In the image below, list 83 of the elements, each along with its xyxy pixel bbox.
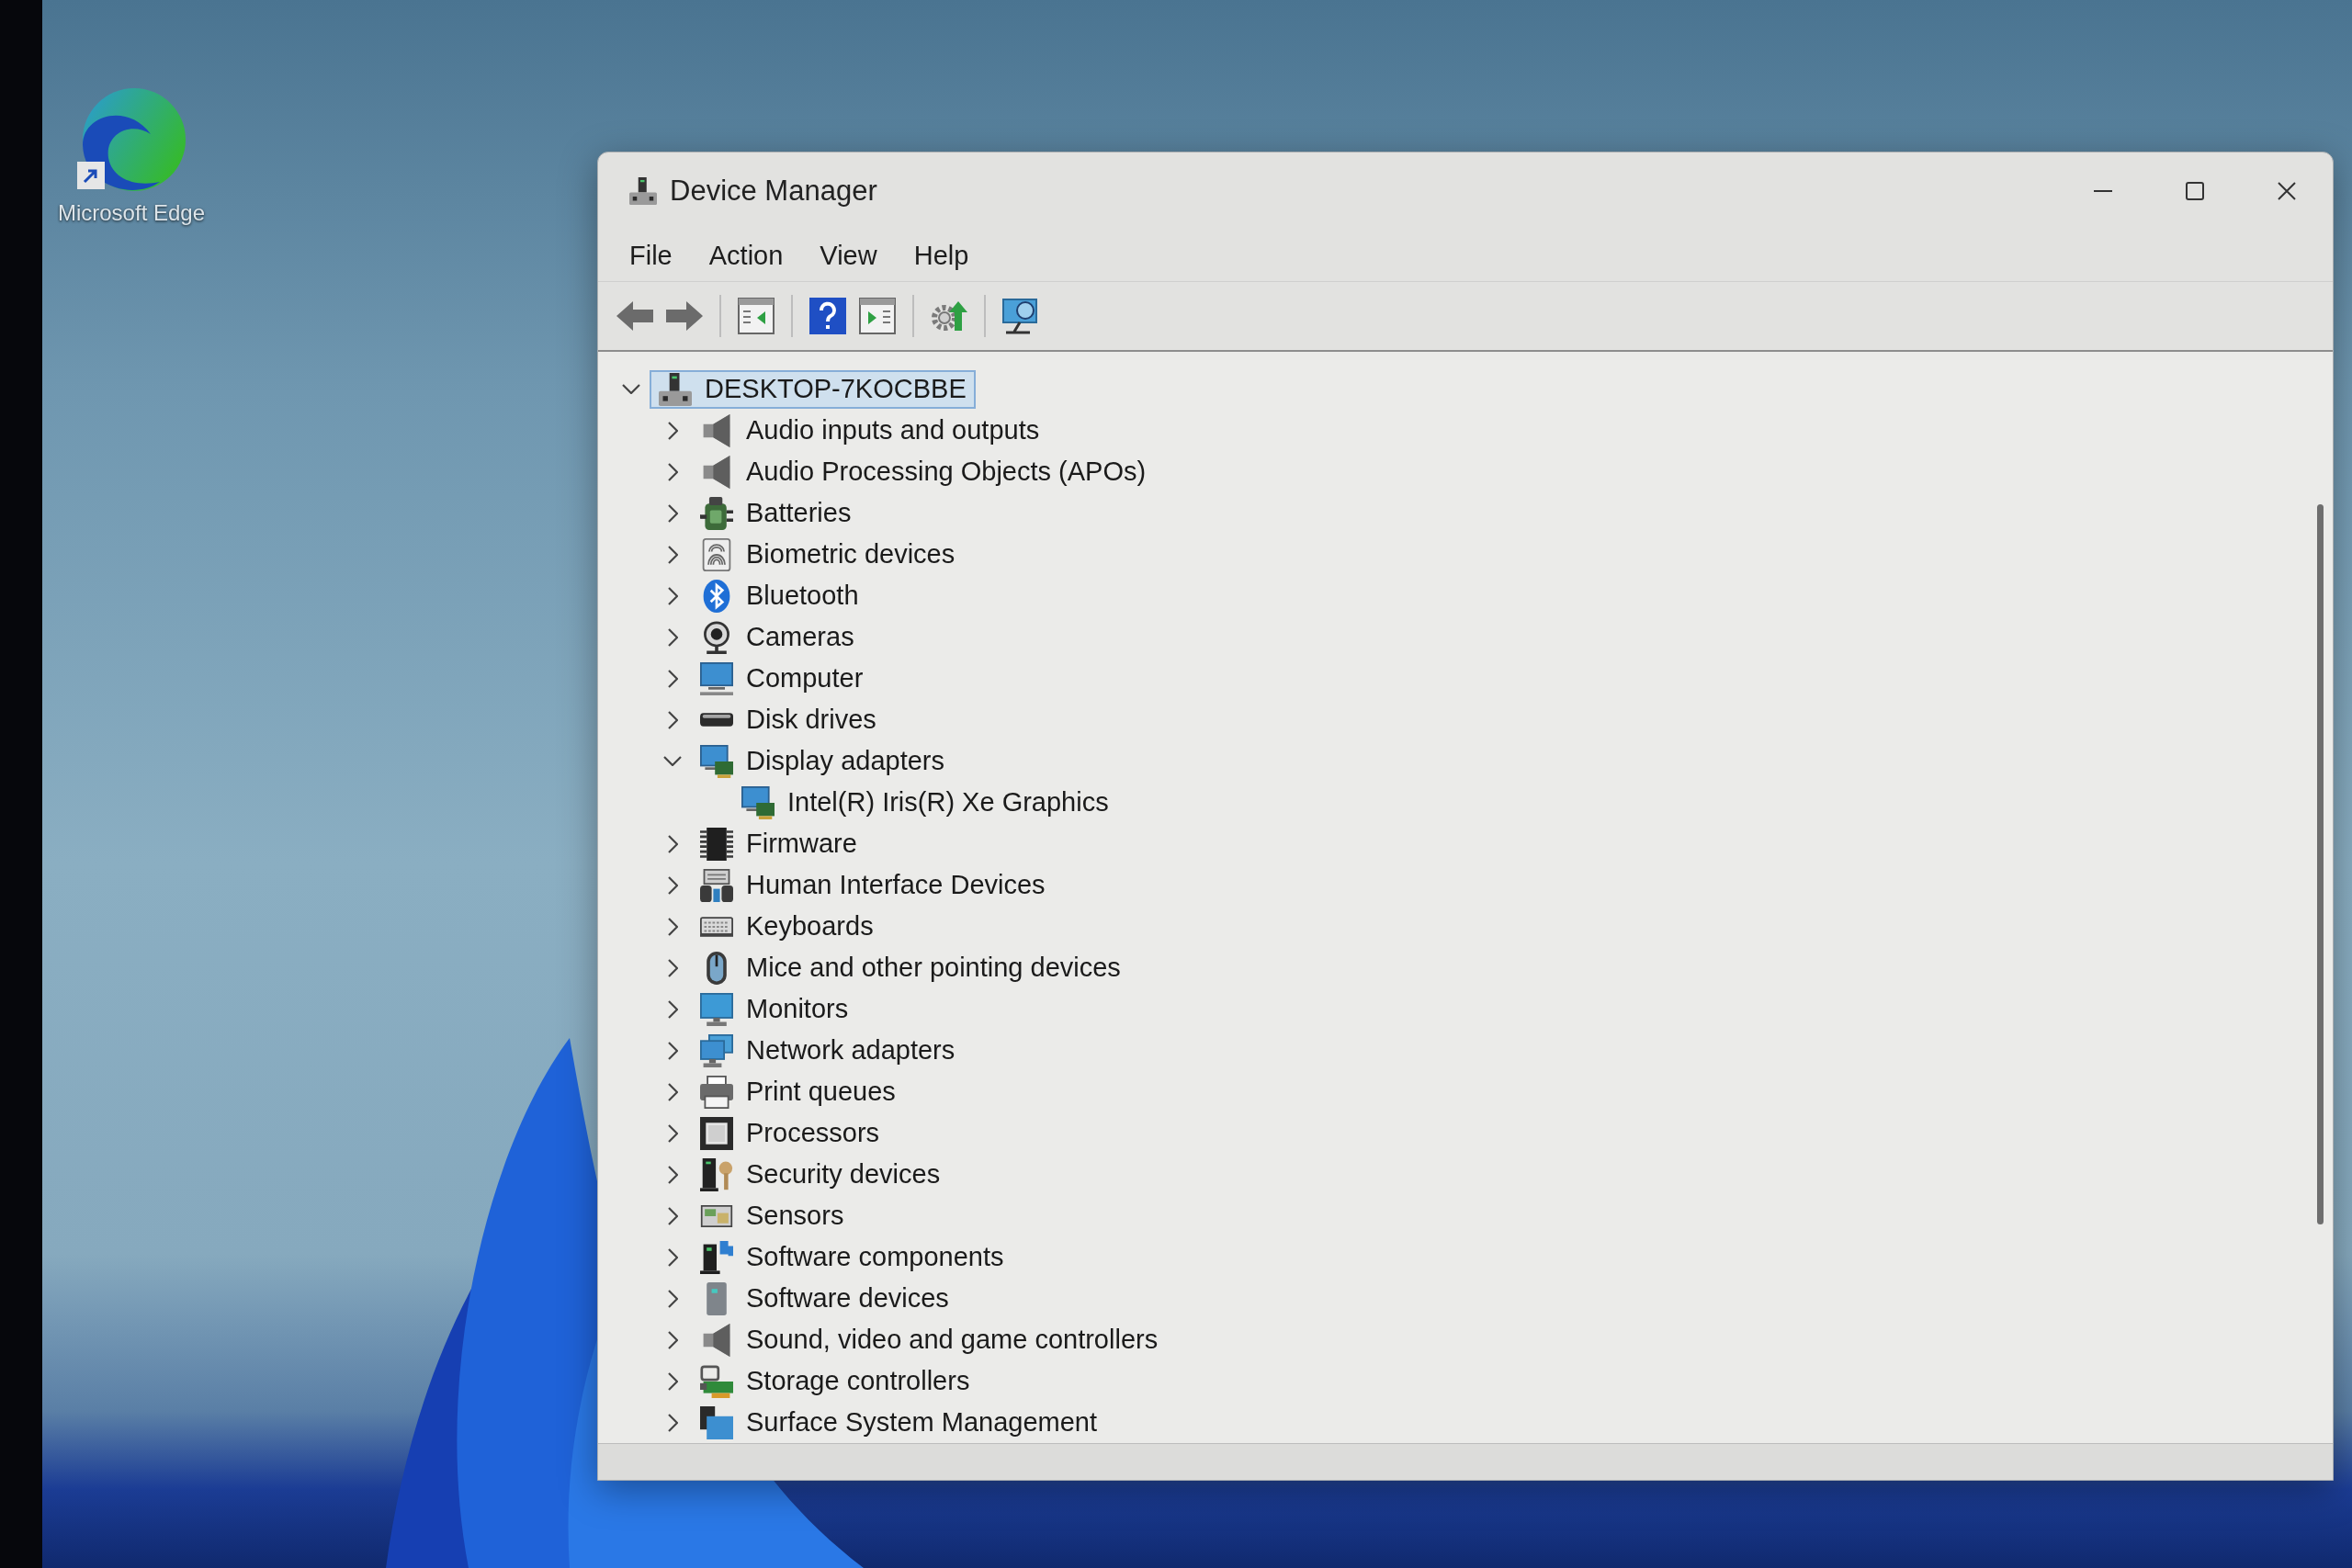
- monitor-magnifier-icon: [1002, 298, 1039, 334]
- printer-icon: [700, 1075, 733, 1109]
- disk-drive-icon: [700, 713, 733, 727]
- tree-item[interactable]: Monitors: [691, 989, 858, 1029]
- tree-item[interactable]: DESKTOP-7KOCBBE: [650, 369, 976, 409]
- help-icon: [809, 298, 846, 334]
- chevron-right-icon[interactable]: [667, 999, 678, 1019]
- chevron-right-icon[interactable]: [667, 586, 678, 605]
- maximize-icon: [2186, 182, 2204, 200]
- chevron-right-icon[interactable]: [667, 1247, 678, 1267]
- chevron-right-icon[interactable]: [667, 1330, 678, 1349]
- chevron-right-icon[interactable]: [667, 875, 678, 895]
- menu-item[interactable]: File: [611, 234, 691, 276]
- chevron-right-icon[interactable]: [667, 917, 678, 936]
- monitor-icon: [700, 992, 733, 1026]
- keyboard-icon: [700, 915, 733, 938]
- tree-item[interactable]: Computer: [691, 659, 873, 698]
- chevron-right-icon[interactable]: [667, 710, 678, 729]
- tree-item[interactable]: Security devices: [691, 1155, 950, 1194]
- chevron-right-icon[interactable]: [667, 627, 678, 647]
- chevron-right-icon[interactable]: [667, 1165, 678, 1184]
- chevron-right-icon[interactable]: [667, 669, 678, 688]
- chevron-right-icon[interactable]: [667, 834, 678, 853]
- menu-item[interactable]: Help: [895, 234, 988, 276]
- tree-item[interactable]: Audio inputs and outputs: [691, 411, 1049, 450]
- tree-item[interactable]: Keyboards: [691, 907, 883, 946]
- chevron-right-icon[interactable]: [667, 958, 678, 977]
- chevron-right-icon[interactable]: [667, 1082, 678, 1101]
- chevron-right-icon[interactable]: [667, 1123, 678, 1143]
- tree-item[interactable]: Storage controllers: [691, 1361, 979, 1401]
- tree-item[interactable]: Sensors: [691, 1196, 854, 1235]
- computer-device-icon: [659, 372, 692, 406]
- tree-item[interactable]: Human Interface Devices: [691, 865, 1055, 905]
- tree-item[interactable]: Sound, video and game controllers: [691, 1320, 1168, 1359]
- chevron-right-icon[interactable]: [667, 1371, 678, 1391]
- computer-icon: [700, 661, 733, 695]
- tree-item[interactable]: Network adapters: [691, 1031, 965, 1070]
- input-devices-icon: [700, 868, 733, 902]
- tree-item[interactable]: Cameras: [691, 617, 864, 657]
- tree-item[interactable]: Software devices: [691, 1279, 958, 1318]
- storage-controller-icon: [700, 1364, 733, 1398]
- processor-icon: [700, 1116, 733, 1150]
- key-tower-icon: [700, 1157, 733, 1191]
- menu-item[interactable]: View: [801, 234, 896, 276]
- network-monitors-icon: [700, 1033, 733, 1067]
- minimize-icon: [2094, 190, 2112, 192]
- tree-item[interactable]: Processors: [691, 1113, 889, 1153]
- tree-item[interactable]: Firmware: [691, 824, 866, 863]
- tree-item[interactable]: Print queues: [691, 1072, 905, 1111]
- close-icon: [2278, 182, 2296, 200]
- chevron-down-icon[interactable]: [622, 384, 640, 394]
- tree-item[interactable]: Bluetooth: [691, 576, 868, 615]
- chevron-right-icon[interactable]: [667, 1413, 678, 1432]
- chevron-down-icon[interactable]: [663, 756, 682, 766]
- tree-item[interactable]: Disk drives: [691, 700, 886, 739]
- tree-item[interactable]: Surface System Management: [691, 1403, 1106, 1442]
- chevron-right-icon[interactable]: [667, 462, 678, 481]
- chevron-right-icon[interactable]: [667, 1206, 678, 1225]
- tree-item[interactable]: Biometric devices: [691, 535, 965, 574]
- swirl-logo-icon: [77, 88, 186, 191]
- sensor-board-icon: [700, 1204, 733, 1227]
- puzzle-tower-icon: [700, 1240, 733, 1274]
- chevron-right-icon[interactable]: [667, 1289, 678, 1308]
- chevron-right-icon[interactable]: [667, 421, 678, 440]
- tree-item[interactable]: Software components: [691, 1237, 1013, 1277]
- chevron-right-icon[interactable]: [667, 545, 678, 564]
- display-adapter-icon: [700, 744, 733, 778]
- battery-plug-icon: [700, 496, 733, 530]
- display-adapter-icon: [741, 785, 775, 819]
- fingerprint-icon: [700, 537, 733, 571]
- tree-item[interactable]: Batteries: [691, 493, 861, 533]
- chevron-right-icon[interactable]: [667, 503, 678, 523]
- window-title: Device Manager: [670, 175, 877, 208]
- tree-item[interactable]: Intel(R) Iris(R) Xe Graphics: [732, 783, 1118, 822]
- chip-icon: [700, 827, 733, 861]
- scrollbar-thumb[interactable]: [2317, 504, 2324, 1225]
- menu-item[interactable]: Action: [690, 234, 802, 276]
- tree-item[interactable]: Audio Processing Objects (APOs): [691, 452, 1156, 491]
- surface-device-icon: [700, 1405, 733, 1439]
- tree-item[interactable]: Mice and other pointing devices: [691, 948, 1130, 987]
- tree-item[interactable]: Display adapters: [691, 741, 954, 781]
- computer-device-icon: [629, 177, 657, 205]
- chevron-right-icon[interactable]: [667, 1041, 678, 1060]
